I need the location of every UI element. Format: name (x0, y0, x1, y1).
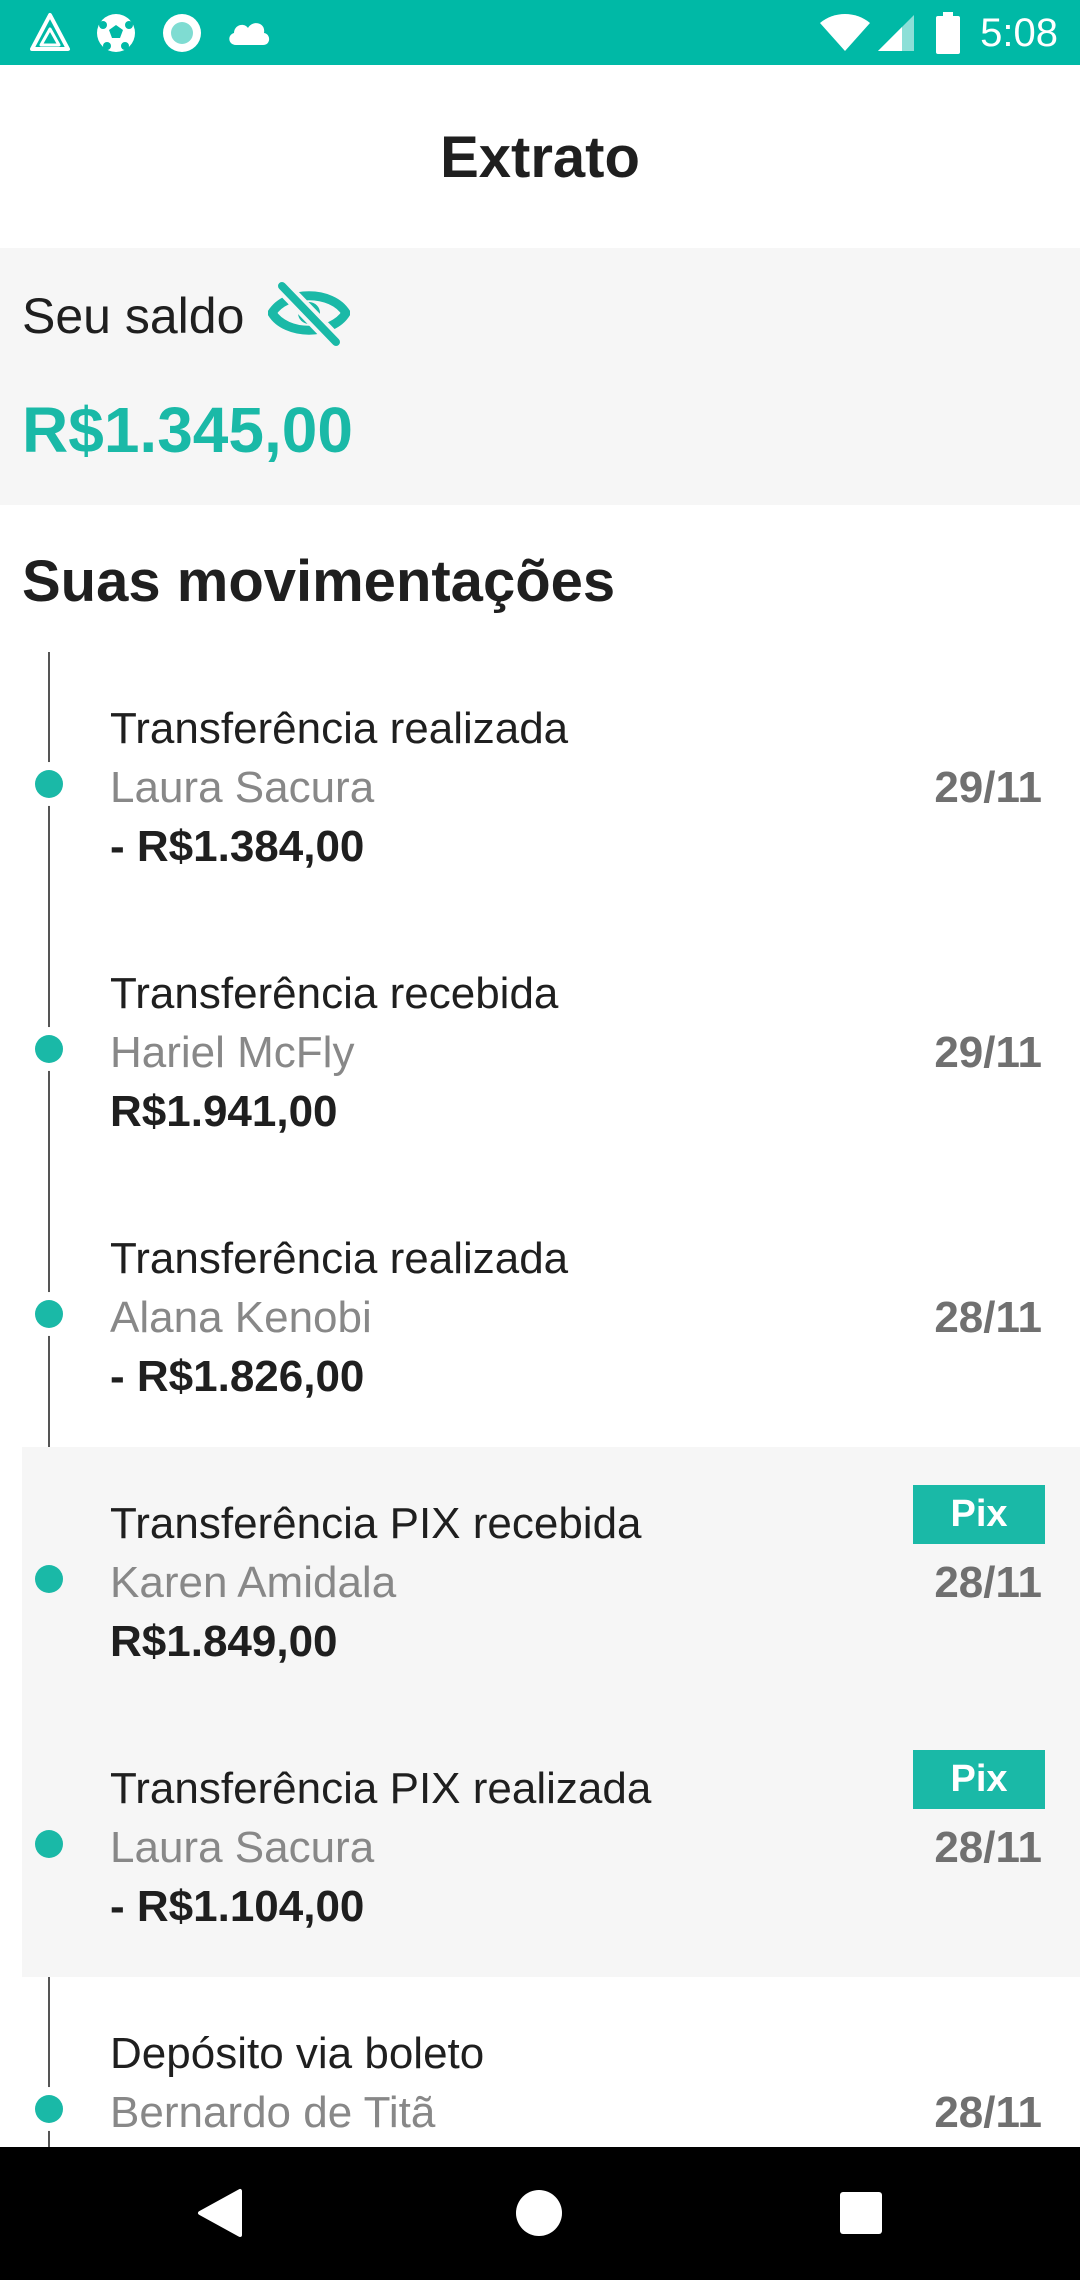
transaction-name: Bernardo de Titã (110, 2088, 436, 2137)
transaction-date: 28/11 (934, 1558, 1042, 1607)
transaction-date: 29/11 (934, 1028, 1042, 1077)
navigation-bar (0, 2147, 1080, 2280)
timeline-dot (35, 1830, 63, 1858)
transaction-name: Laura Sacura (110, 1823, 375, 1872)
recents-icon[interactable] (831, 2183, 891, 2243)
battery-icon (936, 12, 960, 54)
balance-card: Seu saldo R$1.345,00 (0, 248, 1080, 505)
status-time: 5:08 (980, 11, 1058, 55)
transaction-date: 28/11 (934, 2088, 1042, 2137)
transaction-name: Laura Sacura (110, 763, 375, 812)
signal-icon (878, 15, 914, 51)
pix-badge: Pix (913, 1485, 1045, 1544)
back-icon[interactable] (190, 2183, 250, 2243)
balance-label: Seu saldo (22, 288, 245, 344)
transaction-name: Alana Kenobi (110, 1293, 372, 1342)
transaction-title: Transferência PIX recebida (110, 1499, 642, 1548)
home-icon[interactable] (509, 2183, 569, 2243)
app-notification-icon (30, 13, 70, 51)
transaction-item[interactable]: Transferência realizada Laura Sacura - R… (0, 652, 1080, 917)
app-header: Extrato (0, 65, 1080, 248)
transaction-title: Transferência realizada (110, 1234, 569, 1283)
transaction-title: Transferência recebida (110, 969, 559, 1018)
transaction-date: 29/11 (934, 763, 1042, 812)
transaction-title: Transferência PIX realizada (110, 1764, 652, 1813)
transaction-date: 28/11 (934, 1823, 1042, 1872)
pix-badge: Pix (913, 1750, 1045, 1809)
transaction-amount: R$1.849,00 (110, 1617, 338, 1666)
status-bar: 5:08 (0, 0, 1080, 65)
soccer-ball-icon (97, 14, 135, 52)
transaction-amount: - R$1.104,00 (110, 1882, 365, 1931)
timeline-dot (35, 1565, 63, 1593)
transaction-item[interactable]: Transferência recebida Hariel McFly R$1.… (0, 917, 1080, 1182)
transaction-date: 28/11 (934, 1293, 1042, 1342)
timeline-dot (35, 2095, 63, 2123)
transaction-name: Hariel McFly (110, 1028, 355, 1077)
transaction-title: Depósito via boleto (110, 2029, 485, 2078)
transaction-item[interactable]: Transferência PIX recebida Karen Amidala… (0, 1447, 1080, 1712)
toggle-balance-visibility-button[interactable] (267, 278, 351, 350)
transaction-name: Karen Amidala (110, 1558, 397, 1607)
wifi-icon (820, 14, 870, 51)
timeline-dot (35, 770, 63, 798)
transaction-amount: - R$1.826,00 (110, 1352, 365, 1401)
page-title: Extrato (440, 125, 640, 190)
eye-off-icon (267, 278, 351, 350)
section-title: Suas movimentações (22, 549, 616, 614)
transaction-amount: - R$1.384,00 (110, 822, 365, 871)
transaction-item[interactable]: Transferência realizada Alana Kenobi - R… (0, 1182, 1080, 1447)
timeline-dot (35, 1035, 63, 1063)
transaction-amount: R$1.941,00 (110, 1087, 338, 1136)
timeline-dot (35, 1300, 63, 1328)
cloud-icon (229, 23, 270, 45)
circle-app-icon (163, 14, 201, 52)
transaction-title: Transferência realizada (110, 704, 569, 753)
transaction-item[interactable]: Transferência PIX realizada Laura Sacura… (0, 1712, 1080, 1977)
balance-value: R$1.345,00 (22, 394, 353, 466)
